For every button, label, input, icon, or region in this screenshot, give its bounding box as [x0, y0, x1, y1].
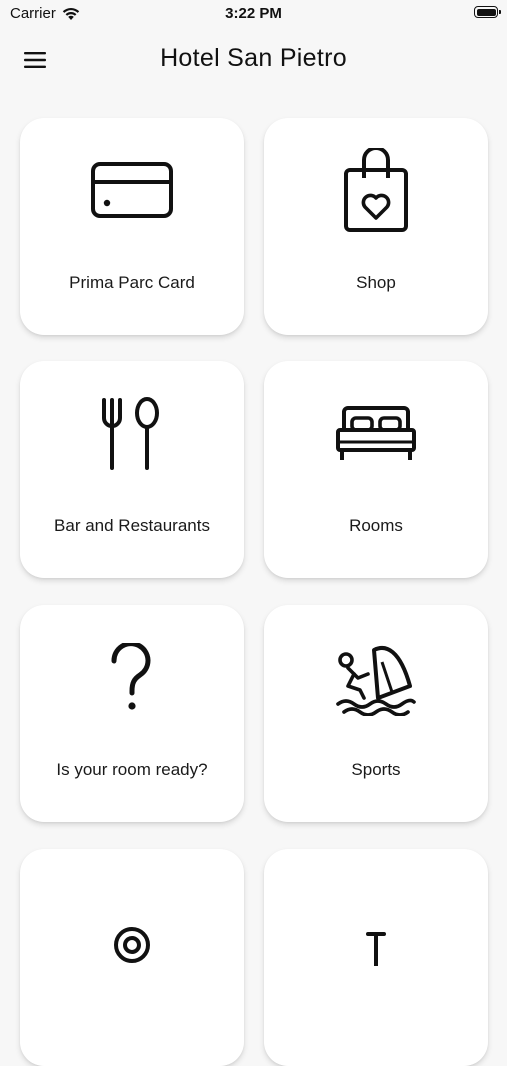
tile-label: Rooms: [349, 516, 403, 535]
battery-icon: [474, 6, 501, 18]
question-mark-icon: [111, 643, 151, 710]
tile-is-your-room-ready[interactable]: Is your room ready?: [20, 605, 244, 822]
tile-sports[interactable]: Sports: [264, 605, 488, 822]
tile-label: Sports: [351, 760, 401, 779]
shopping-bag-heart-icon: [344, 148, 408, 232]
tile-target[interactable]: [20, 849, 244, 1066]
target-icon: [114, 927, 150, 963]
battery-fill: [476, 8, 496, 16]
credit-card-icon: [91, 162, 173, 218]
fork-spoon-icon: [102, 397, 159, 470]
tile-shop[interactable]: Shop: [264, 118, 488, 335]
pin-icon: [366, 932, 386, 966]
tile-label: Shop: [356, 273, 396, 292]
status-time: 3:22 PM: [225, 5, 282, 22]
tile-pin[interactable]: [264, 849, 488, 1066]
bed-icon: [336, 406, 416, 460]
tile-rooms[interactable]: Rooms: [264, 361, 488, 578]
tile-bar-and-restaurants[interactable]: Bar and Restaurants: [20, 361, 244, 578]
tile-label: Prima Parc Card: [69, 273, 195, 292]
windsurf-icon: [336, 645, 416, 716]
page-title: Hotel San Pietro: [160, 44, 347, 72]
nav-bar: Hotel San Pietro: [0, 36, 507, 84]
tile-label: Is your room ready?: [56, 760, 208, 779]
status-bar: Carrier 3:22 PM: [0, 0, 507, 28]
tile-label: Bar and Restaurants: [54, 516, 210, 535]
tile-prima-parc-card[interactable]: Prima Parc Card: [20, 118, 244, 335]
